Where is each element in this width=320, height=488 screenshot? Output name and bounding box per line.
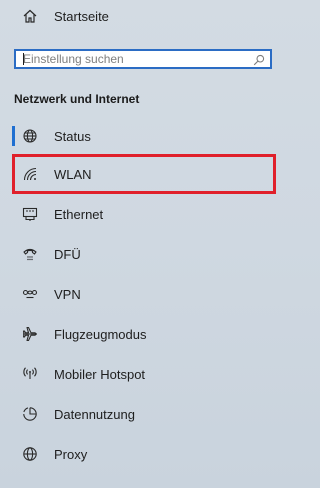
- nav-item-flugzeugmodus[interactable]: Flugzeugmodus: [0, 316, 278, 352]
- dialup-icon: [22, 246, 38, 262]
- hotspot-icon: [22, 366, 38, 382]
- nav-item-label: Flugzeugmodus: [54, 327, 147, 342]
- nav-item-status[interactable]: Status: [0, 118, 278, 154]
- nav-item-label: Ethernet: [54, 207, 104, 222]
- nav-item-wlan[interactable]: WLAN: [0, 156, 278, 192]
- active-indicator: [12, 126, 15, 146]
- home-label: Startseite: [54, 9, 109, 24]
- airplane-icon: [22, 326, 38, 342]
- nav-item-label: DFÜ: [54, 247, 81, 262]
- home-icon: [22, 8, 38, 24]
- nav-item-label: WLAN: [54, 167, 92, 182]
- search-icon[interactable]: [253, 53, 265, 66]
- wifi-icon: [22, 166, 38, 182]
- globe-status-icon: [22, 128, 38, 144]
- nav-item-mobiler-hotspot[interactable]: Mobiler Hotspot: [0, 356, 278, 392]
- search-box[interactable]: [14, 49, 272, 69]
- data-usage-icon: [22, 406, 38, 422]
- nav-item-datennutzung[interactable]: Datennutzung: [0, 396, 278, 432]
- nav-item-label: Mobiler Hotspot: [54, 367, 146, 382]
- nav-item-label: VPN: [54, 287, 81, 302]
- nav-item-dfue[interactable]: DFÜ: [0, 236, 278, 272]
- text-cursor: [23, 53, 24, 65]
- nav-item-ethernet[interactable]: Ethernet: [0, 196, 278, 232]
- nav-item-label: Status: [54, 129, 91, 144]
- search-input[interactable]: [16, 51, 249, 67]
- ethernet-icon: [22, 206, 38, 222]
- nav-item-proxy[interactable]: Proxy: [0, 436, 278, 472]
- nav-item-label: Datennutzung: [54, 407, 135, 422]
- nav-item-vpn[interactable]: VPN: [0, 276, 278, 312]
- section-title: Netzwerk und Internet: [14, 92, 140, 106]
- globe-icon: [22, 446, 38, 462]
- home-nav-item[interactable]: Startseite: [0, 0, 278, 34]
- vpn-icon: [22, 286, 38, 302]
- nav-item-label: Proxy: [54, 447, 88, 462]
